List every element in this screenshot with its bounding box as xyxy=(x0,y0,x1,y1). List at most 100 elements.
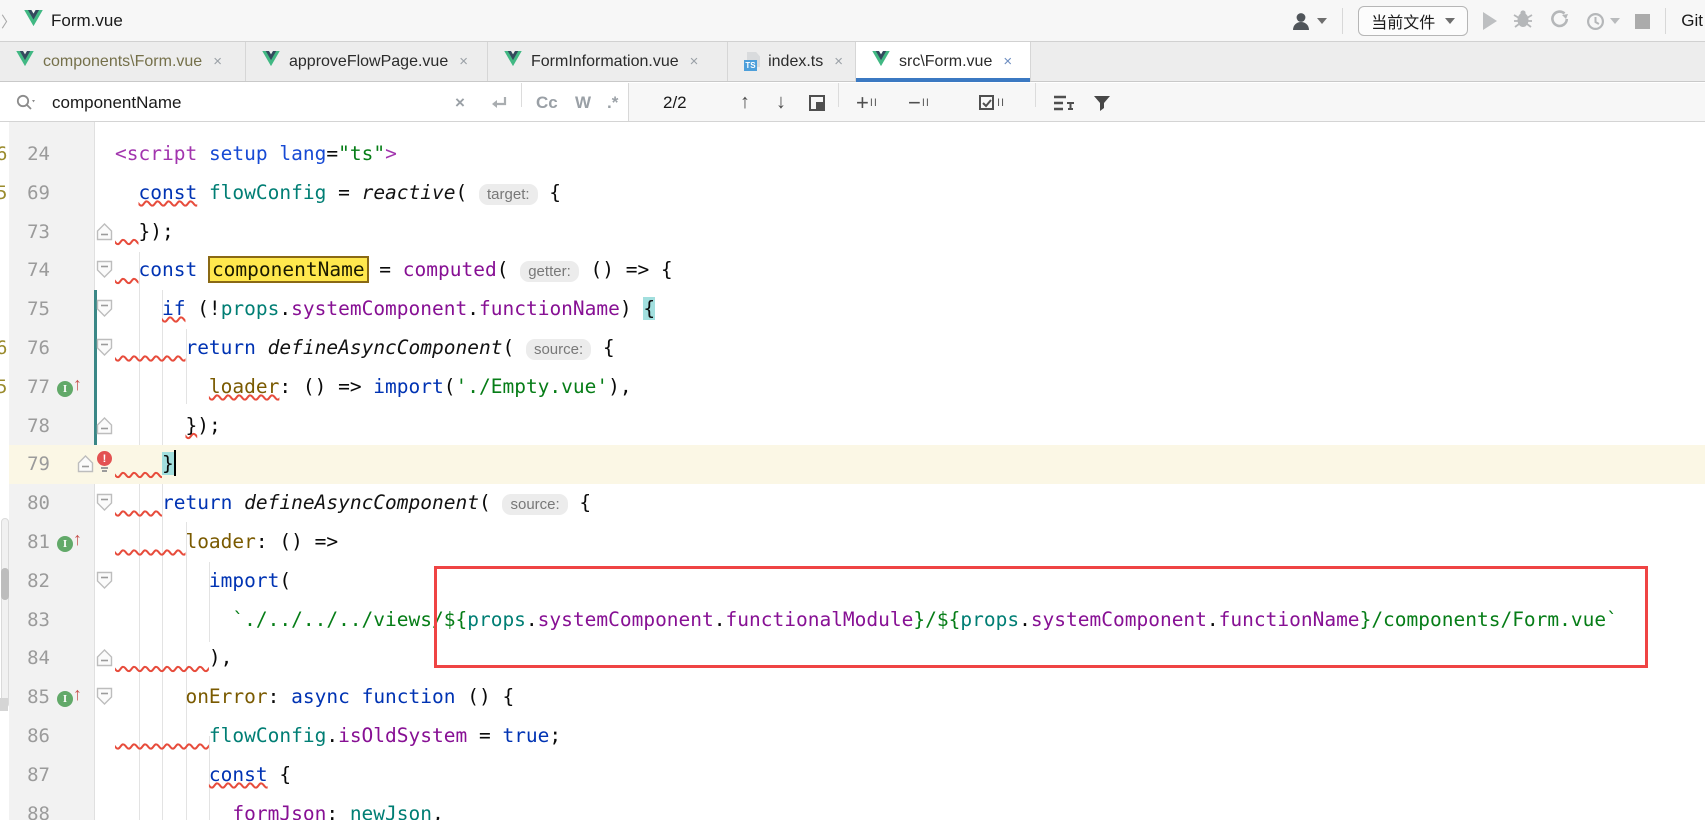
next-occurrence-icon[interactable]: ↓ xyxy=(776,83,786,122)
editor-tab[interactable]: FormInformation.vue× xyxy=(488,42,728,81)
line-number[interactable]: 69 xyxy=(14,174,50,213)
line-number[interactable]: 80 xyxy=(14,484,50,523)
close-tab-icon[interactable]: × xyxy=(459,53,468,70)
line-number[interactable]: 84 xyxy=(14,639,50,678)
select-all-occurrences-icon[interactable]: II xyxy=(978,83,1005,122)
editor-tab[interactable]: approveFlowPage.vue× xyxy=(246,42,488,81)
fold-region-start-icon[interactable] xyxy=(96,571,113,595)
match-case-toggle[interactable]: Cc xyxy=(536,83,558,122)
search-icon[interactable] xyxy=(14,83,38,122)
tab-label: index.ts xyxy=(768,53,823,71)
line-number[interactable]: 76 xyxy=(14,329,50,368)
code-token: }); xyxy=(138,220,173,243)
close-tab-icon[interactable]: × xyxy=(1003,53,1012,70)
find-window-icon[interactable] xyxy=(1052,83,1076,122)
editor-tab[interactable]: TSindex.ts× xyxy=(728,42,856,81)
vue-file-icon xyxy=(504,51,522,72)
code-token: ( xyxy=(279,569,291,592)
code-token: loader xyxy=(185,530,255,553)
close-tab-icon[interactable]: × xyxy=(690,53,699,70)
close-tab-icon[interactable]: × xyxy=(213,53,222,70)
code-editor[interactable]: 624<script setup lang="ts">569 const flo… xyxy=(0,122,1705,820)
implements-gutter-icon[interactable]: I↑ xyxy=(57,374,82,397)
fold-region-end-icon[interactable] xyxy=(96,416,113,440)
implements-gutter-icon[interactable]: I↑ xyxy=(57,529,82,552)
line-number[interactable]: 87 xyxy=(14,756,50,795)
remove-occurrence-icon[interactable]: −II xyxy=(908,83,930,122)
editor-tab[interactable]: components\Form.vue× xyxy=(0,42,246,81)
line-number[interactable]: 24 xyxy=(14,135,50,174)
code-token: componentName xyxy=(208,256,369,283)
code-line[interactable]: 624<script setup lang="ts"> xyxy=(0,135,1705,174)
regex-toggle[interactable]: .* xyxy=(607,83,618,122)
search-in-selection-icon[interactable] xyxy=(806,83,828,122)
profiler-button[interactable] xyxy=(1585,11,1620,32)
run-configuration-dropdown[interactable]: 当前文件 xyxy=(1358,6,1468,36)
user-account-button[interactable] xyxy=(1291,11,1327,31)
code-line[interactable]: 79! } xyxy=(0,445,1705,484)
code-token xyxy=(115,569,209,592)
line-number[interactable]: 86 xyxy=(14,717,50,756)
code-line[interactable]: 88 formJson: newJson, xyxy=(0,795,1705,820)
line-number[interactable]: 82 xyxy=(14,562,50,601)
code-line[interactable]: 86 flowConfig.isOldSystem = true; xyxy=(0,717,1705,756)
code-text: loader: () => xyxy=(115,523,338,562)
code-line[interactable]: 75 if (!props.systemComponent.functionNa… xyxy=(0,290,1705,329)
previous-occurrence-icon[interactable]: ↑ xyxy=(740,83,750,122)
fold-region-start-icon[interactable] xyxy=(96,687,113,711)
code-line[interactable]: 74 const componentName = computed( gette… xyxy=(0,251,1705,290)
code-token: } xyxy=(162,452,174,475)
code-token xyxy=(197,142,209,165)
run-with-coverage-button[interactable] xyxy=(1549,9,1570,34)
clear-search-icon[interactable]: × xyxy=(455,83,465,122)
code-line[interactable]: 676 return defineAsyncComponent( source:… xyxy=(0,329,1705,368)
code-line[interactable]: 87 const { xyxy=(0,756,1705,795)
code-token: computed xyxy=(403,258,497,281)
line-number[interactable]: 78 xyxy=(14,407,50,446)
code-token xyxy=(115,220,138,243)
code-line[interactable]: 80 return defineAsyncComponent( source: … xyxy=(0,484,1705,523)
git-menu[interactable]: Git xyxy=(1681,11,1703,31)
clipped-scrollbar-thumb[interactable] xyxy=(1,568,9,600)
code-token: setup xyxy=(209,142,268,165)
run-button[interactable] xyxy=(1483,12,1497,30)
search-input[interactable]: componentName xyxy=(52,83,181,122)
fold-region-start-icon[interactable] xyxy=(96,299,113,323)
newline-icon[interactable] xyxy=(488,83,510,122)
code-line[interactable]: 577I↑ loader: () => import('./Empty.vue'… xyxy=(0,368,1705,407)
line-number[interactable]: 81 xyxy=(14,523,50,562)
code-line[interactable]: 81 I↑ loader: () => xyxy=(0,523,1705,562)
filter-icon[interactable] xyxy=(1092,83,1112,122)
line-number[interactable]: 79 xyxy=(14,445,50,484)
fold-region-end-icon[interactable] xyxy=(96,648,113,672)
fold-region-start-icon[interactable] xyxy=(96,338,113,362)
words-toggle[interactable]: W xyxy=(575,83,591,122)
code-token: './Empty.vue' xyxy=(456,375,609,398)
line-number[interactable]: 77 xyxy=(14,368,50,407)
error-intention-bulb-icon[interactable]: ! xyxy=(97,451,112,472)
code-line[interactable]: 85I↑ onError: async function () { xyxy=(0,678,1705,717)
implements-gutter-icon[interactable]: I↑ xyxy=(57,684,82,707)
fold-region-end-icon[interactable] xyxy=(77,454,94,478)
code-token: `./../../../views/ xyxy=(232,608,443,631)
line-number[interactable]: 88 xyxy=(14,795,50,820)
editor-tab[interactable]: src\Form.vue× xyxy=(856,42,1031,81)
fold-region-end-icon[interactable] xyxy=(96,222,113,246)
line-number[interactable]: 83 xyxy=(14,601,50,640)
parameter-hint: source: xyxy=(502,494,567,515)
close-tab-icon[interactable]: × xyxy=(834,53,843,70)
fold-region-start-icon[interactable] xyxy=(96,260,113,284)
code-line[interactable]: 569 const flowConfig = reactive( target:… xyxy=(0,174,1705,213)
add-occurrence-icon[interactable]: +II xyxy=(856,83,878,122)
fold-region-start-icon[interactable] xyxy=(96,493,113,517)
code-token xyxy=(232,491,244,514)
debug-button[interactable] xyxy=(1512,9,1534,34)
line-number[interactable]: 73 xyxy=(14,213,50,252)
code-line[interactable]: 73 }); xyxy=(0,213,1705,252)
stop-button[interactable] xyxy=(1635,14,1650,29)
code-text: const { xyxy=(115,756,291,795)
line-number[interactable]: 74 xyxy=(14,251,50,290)
code-line[interactable]: 78 }); xyxy=(0,407,1705,446)
line-number[interactable]: 85 xyxy=(14,678,50,717)
line-number[interactable]: 75 xyxy=(14,290,50,329)
